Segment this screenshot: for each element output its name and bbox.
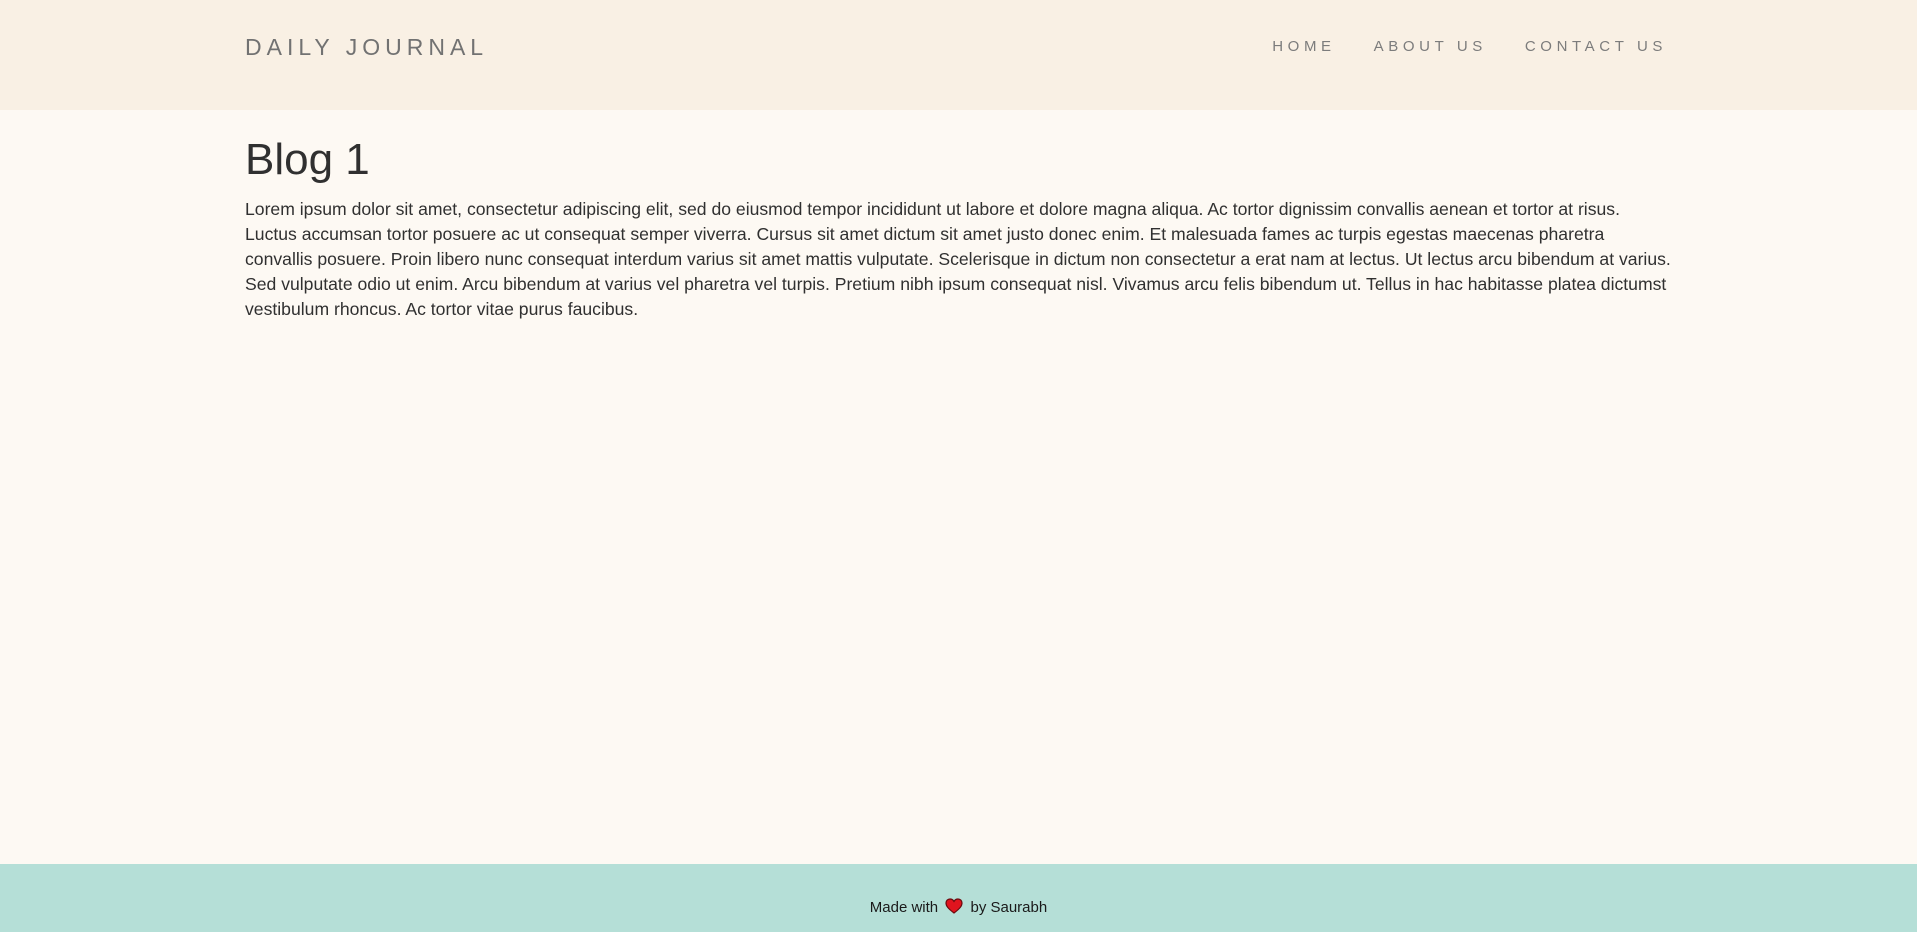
main-content: Blog 1 Lorem ipsum dolor sit amet, conse… <box>245 133 1675 322</box>
heart-icon <box>945 898 963 919</box>
footer-prefix: Made with <box>869 899 939 916</box>
nav-link-contact-us[interactable]: CONTACT US <box>1525 38 1667 56</box>
site-footer: Made with by Saurabh <box>0 864 1917 932</box>
site-header: DAILY JOURNAL HOME ABOUT US CONTACT US <box>0 0 1917 110</box>
main-nav: HOME ABOUT US CONTACT US <box>1272 38 1667 56</box>
footer-suffix: by Saurabh <box>970 899 1048 916</box>
footer-credit: Made with by Saurabh <box>0 898 1917 919</box>
brand-logo-link[interactable]: DAILY JOURNAL <box>245 33 488 61</box>
post-title: Blog 1 <box>245 135 370 184</box>
nav-link-about-us[interactable]: ABOUT US <box>1374 38 1487 56</box>
nav-link-home[interactable]: HOME <box>1272 38 1335 56</box>
post-body: Lorem ipsum dolor sit amet, consectetur … <box>245 199 1671 319</box>
